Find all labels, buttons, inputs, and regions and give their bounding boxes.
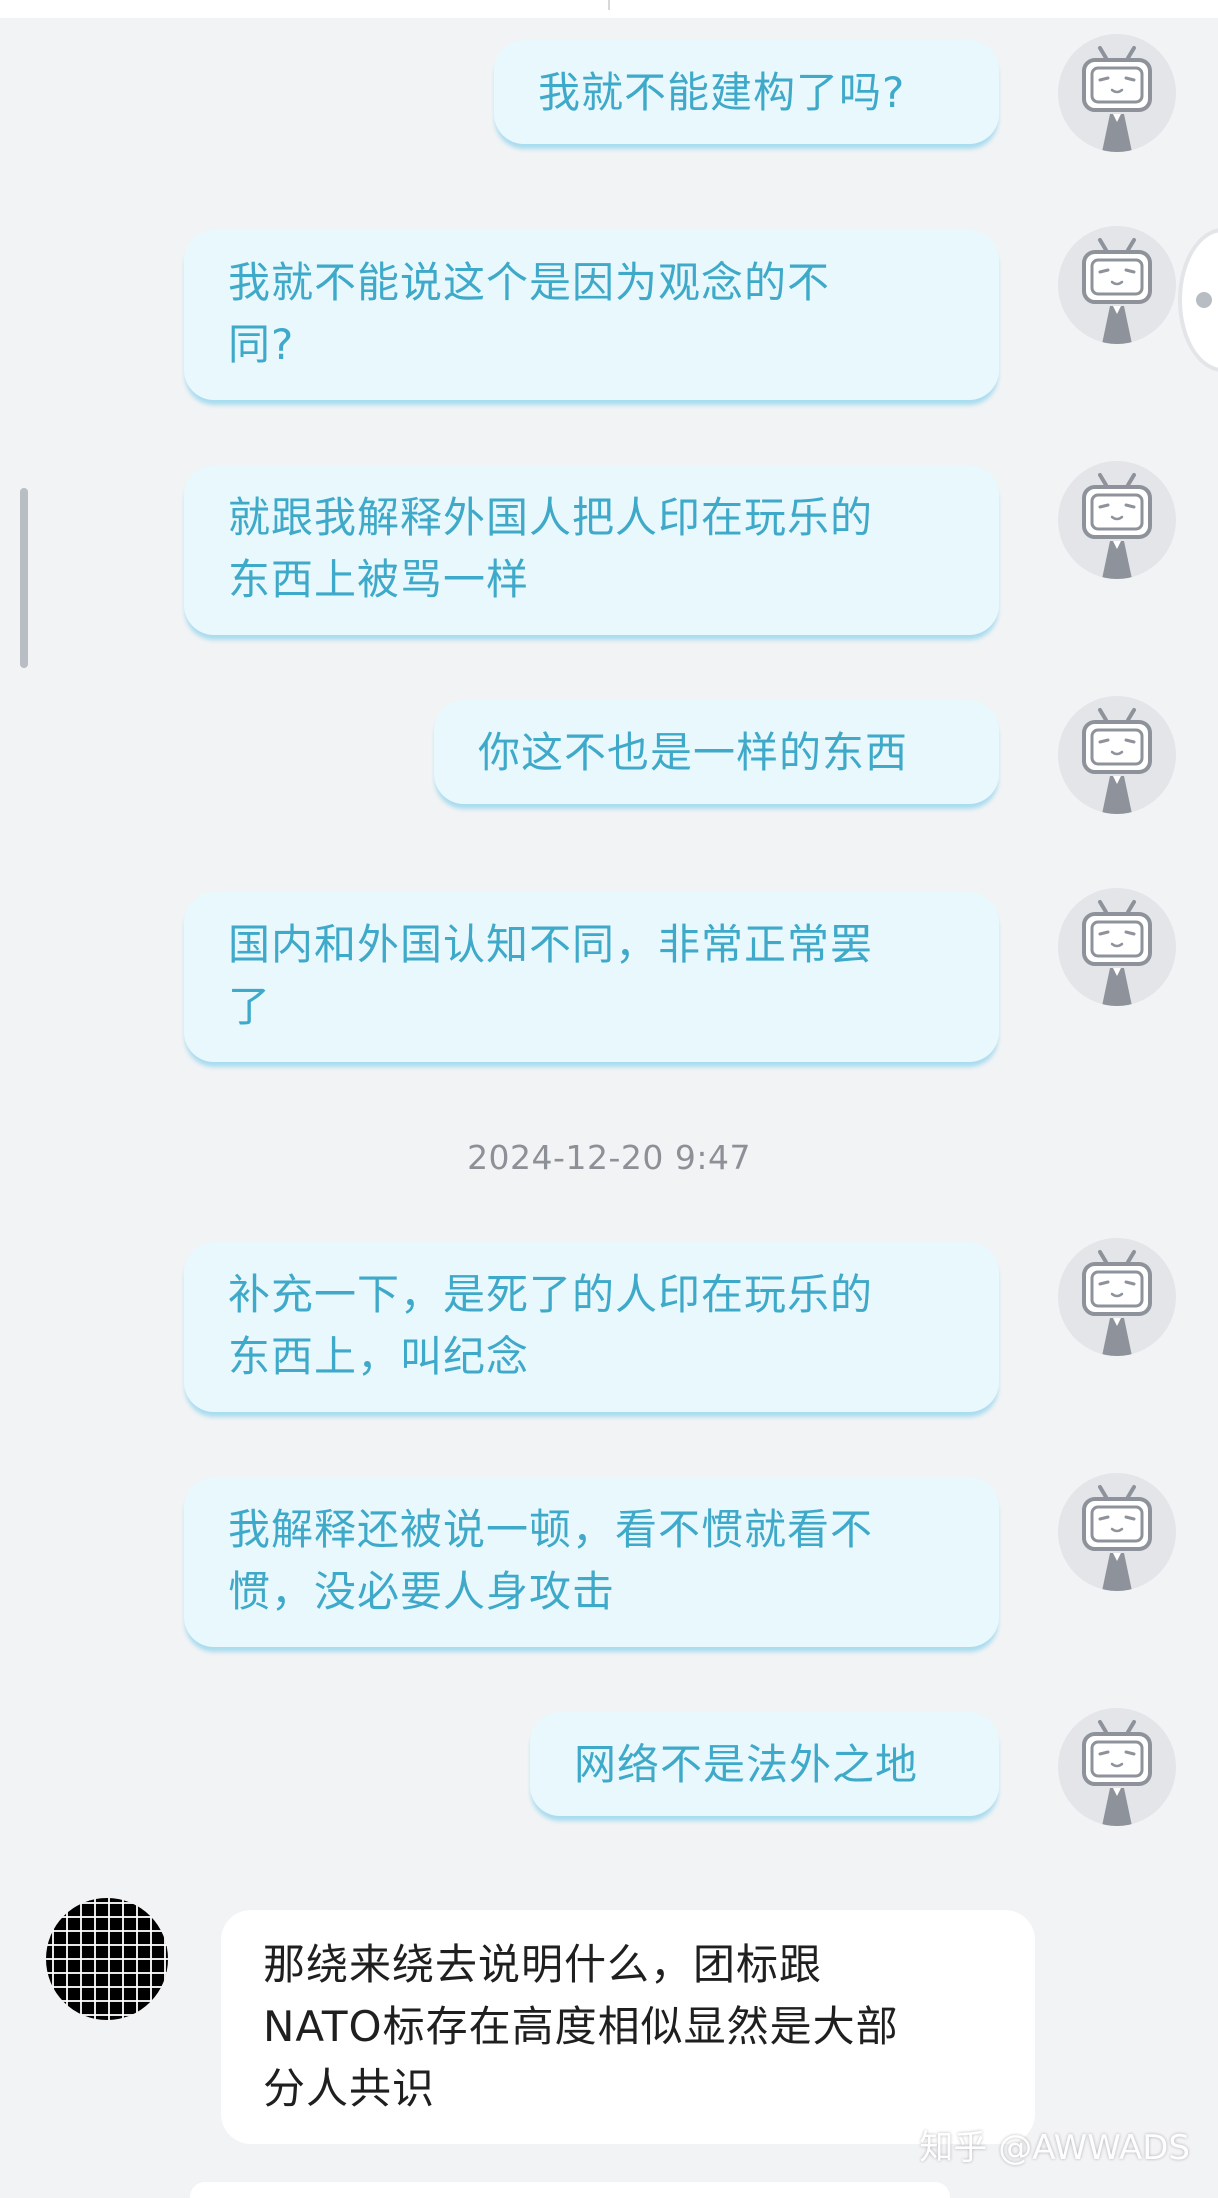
tv-mascot-icon[interactable] [1058,696,1176,814]
message-bubble-sent[interactable]: 我就不能建构了吗? [494,40,999,144]
next-message-edge [190,2182,950,2198]
message-bubble-sent[interactable]: 就跟我解释外国人把人印在玩乐的 东西上被骂一样 [184,465,999,635]
handle-dot-icon [1196,292,1212,308]
tv-mascot-icon[interactable] [1058,461,1176,579]
scrollbar[interactable] [20,488,28,668]
watermark: 知乎 @AWWADS [919,2128,1190,2168]
tv-mascot-icon[interactable] [1058,888,1176,1006]
divider [608,0,610,10]
side-panel-handle[interactable] [1178,228,1218,372]
grid-avatar-icon[interactable] [46,1898,168,2020]
tv-mascot-icon[interactable] [1058,1473,1176,1591]
message-bubble-sent[interactable]: 网络不是法外之地 [530,1712,999,1816]
message-bubble-sent[interactable]: 你这不也是一样的东西 [434,700,999,804]
message-bubble-sent[interactable]: 我解释还被说一顿，看不惯就看不 惯，没必要人身攻击 [184,1477,999,1647]
tv-mascot-icon[interactable] [1058,34,1176,152]
tv-mascot-icon[interactable] [1058,1708,1176,1826]
message-bubble-sent[interactable]: 国内和外国认知不同，非常正常罢 了 [184,892,999,1062]
message-bubble-sent[interactable]: 我就不能说这个是因为观念的不 同? [184,230,999,400]
tv-mascot-icon[interactable] [1058,226,1176,344]
message-bubble-received[interactable]: 那绕来绕去说明什么，团标跟 NATO标存在高度相似显然是大部 分人共识 [221,1910,1035,2144]
chat-screen: 我就不能建构了吗? 我就不能说这个是因为观念的不 同? 就跟我解释外国人把人印在… [0,0,1218,2198]
message-timestamp: 2024-12-20 9:47 [467,1138,751,1177]
tv-mascot-icon[interactable] [1058,1238,1176,1356]
message-bubble-sent[interactable]: 补充一下，是死了的人印在玩乐的 东西上，叫纪念 [184,1242,999,1412]
top-bar [0,0,1218,18]
